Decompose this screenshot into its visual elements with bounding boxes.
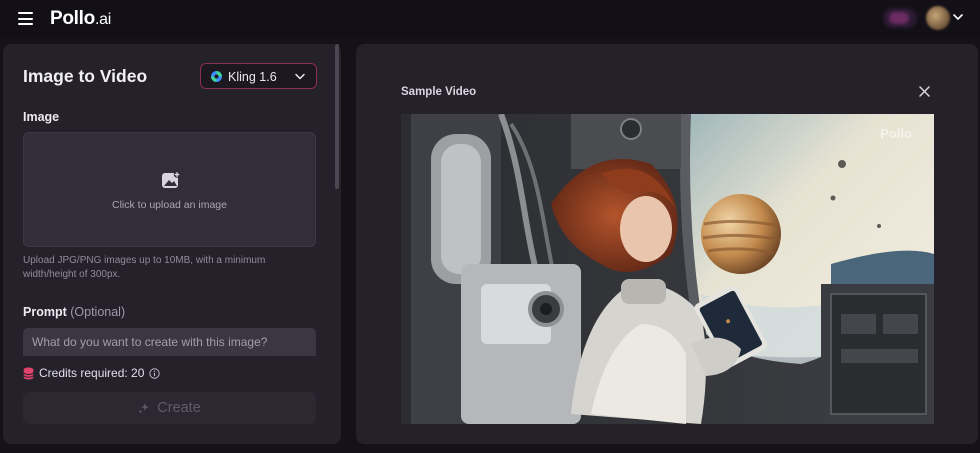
credits-info: Credits required: 20 <box>23 366 161 380</box>
model-select[interactable]: Kling 1.6 <box>200 63 317 89</box>
sample-video-title: Sample Video <box>401 86 477 98</box>
hamburger-icon[interactable] <box>18 12 33 25</box>
coins-icon <box>23 367 34 379</box>
credits-required-text: Credits required: 20 <box>39 366 145 380</box>
generator-panel: Image to Video Kling 1.6 Image Click to … <box>3 44 341 444</box>
watermark: Pollo <box>880 126 912 141</box>
prompt-input[interactable] <box>23 328 316 356</box>
sample-video-player[interactable]: Pollo <box>401 114 934 424</box>
image-upload-dropzone[interactable]: Click to upload an image <box>23 132 316 247</box>
sample-video-frame <box>401 114 934 424</box>
avatar[interactable] <box>926 6 950 30</box>
logo-main: Pollo <box>50 8 95 29</box>
prompt-optional-tag: (Optional) <box>70 305 126 319</box>
logo[interactable]: Pollo.ai <box>50 8 111 30</box>
logo-suffix: .ai <box>94 11 111 28</box>
kling-logo-icon <box>211 71 222 82</box>
top-bar: Pollo.ai <box>0 0 980 38</box>
image-section-label: Image <box>23 110 60 124</box>
prompt-label-text: Prompt <box>23 305 67 319</box>
close-icon[interactable] <box>919 86 930 97</box>
upload-hint: Click to upload an image <box>112 199 227 211</box>
prompt-label: Prompt (Optional) <box>23 305 125 319</box>
create-button-label: Create <box>157 400 201 416</box>
sparkle-icon <box>138 403 150 414</box>
chevron-down-icon[interactable] <box>953 13 963 21</box>
sample-video-panel: Sample Video Pollo <box>356 44 978 444</box>
info-icon[interactable] <box>149 367 161 379</box>
model-select-value: Kling 1.6 <box>228 70 277 84</box>
create-button[interactable]: Create <box>23 392 316 424</box>
page-title: Image to Video <box>23 66 148 86</box>
panel-scrollbar[interactable] <box>335 44 339 189</box>
upload-requirements: Upload JPG/PNG images up to 10MB, with a… <box>23 255 266 280</box>
plan-badge[interactable] <box>883 8 917 28</box>
chevron-down-icon <box>295 73 305 80</box>
image-add-icon <box>162 171 181 188</box>
